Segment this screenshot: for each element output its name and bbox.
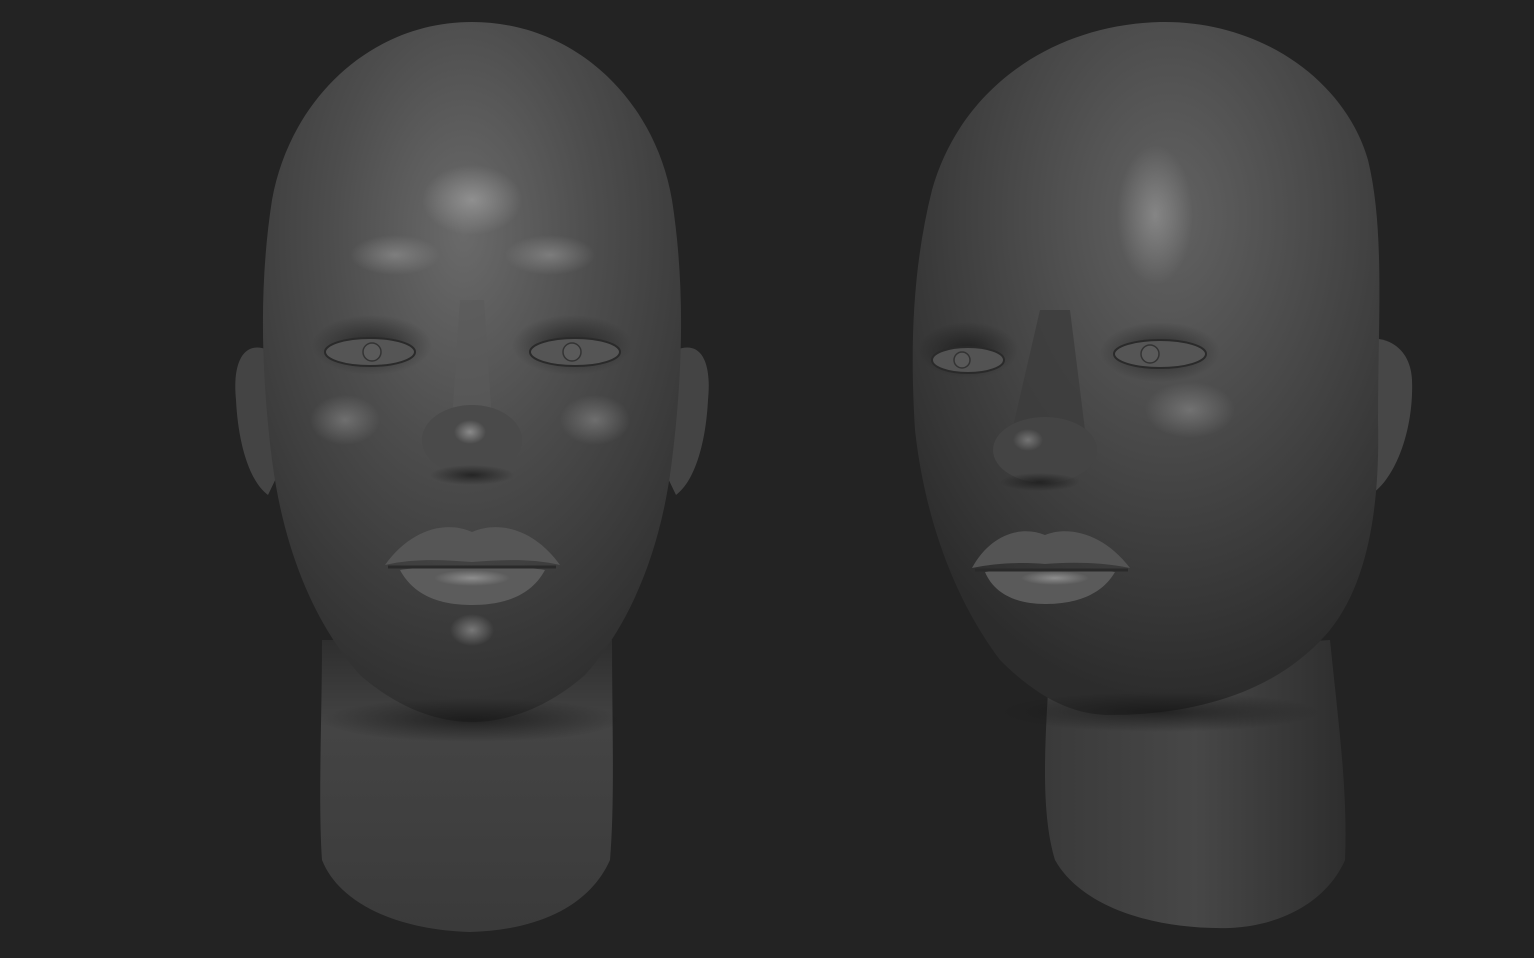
sculpted-head-front-view[interactable]	[235, 22, 709, 932]
render-viewport[interactable]	[0, 0, 1534, 958]
nose-shadow	[1000, 473, 1080, 491]
right-cheek-highlight	[1145, 382, 1235, 438]
left-cheek-highlight	[310, 395, 380, 445]
jaw-shadow	[322, 698, 622, 742]
left-iris	[953, 351, 971, 369]
sculpted-head-three-quarter-view[interactable]	[912, 21, 1413, 929]
forehead-highlight	[1117, 145, 1193, 285]
nose-tip-highlight	[454, 420, 486, 444]
right-iris	[562, 342, 582, 362]
right-cheek-highlight	[560, 395, 630, 445]
right-iris	[1140, 344, 1160, 364]
lower-lip-highlight	[434, 570, 510, 586]
chin-highlight	[450, 614, 494, 646]
left-iris	[362, 342, 382, 362]
lower-lip-highlight	[1021, 571, 1089, 585]
render-canvas	[235, 21, 1413, 932]
nose-tip-highlight	[1013, 429, 1043, 451]
left-brow-highlight	[350, 235, 440, 275]
forehead-highlight	[422, 165, 522, 235]
right-brow-highlight	[505, 235, 595, 275]
jaw-shadow	[1000, 692, 1320, 732]
nose-shadow	[430, 465, 514, 485]
right-eye	[1113, 339, 1207, 369]
